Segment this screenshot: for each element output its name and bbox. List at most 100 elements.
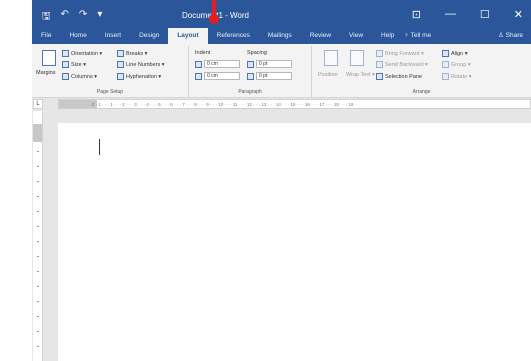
ribbon-display-options-icon[interactable]: ⊡ [412, 8, 421, 21]
ruler-tick [37, 256, 39, 257]
orientation-button[interactable]: Orientation ▾ [62, 50, 102, 57]
save-icon[interactable]: 🖫 [42, 9, 51, 26]
indent-left-field[interactable]: 0 cm [195, 60, 240, 68]
highlight-marker-dot [209, 14, 219, 24]
columns-button[interactable]: Columns ▾ [62, 73, 97, 80]
word-window: 🖫 ↶ ↷ ▾ Document1 - Word ⊡ — ☐ ✕ File Ho… [32, 0, 531, 361]
tab-file[interactable]: File [32, 28, 60, 44]
vertical-ruler-margin [33, 124, 42, 142]
columns-icon [62, 73, 69, 80]
breaks-button[interactable]: Breaks ▾ [117, 50, 147, 57]
ruler-tick [37, 196, 39, 197]
quick-access-toolbar: 🖫 ↶ ↷ ▾ [42, 9, 102, 26]
tab-design[interactable]: Design [130, 28, 168, 44]
indent-right-value[interactable]: 0 cm [204, 72, 240, 80]
indent-right-icon [195, 72, 202, 80]
bring-forward-icon [376, 50, 383, 57]
tab-insert[interactable]: Insert [96, 28, 130, 44]
selection-pane-label: Selection Pane [385, 73, 422, 80]
send-backward-icon [376, 61, 383, 68]
paragraph-group: Indent Spacing 0 cm 0 cm 0 pt 0 pt Parag… [189, 46, 312, 97]
columns-label: Columns ▾ [71, 73, 97, 80]
tell-me-label: Tell me [410, 32, 432, 39]
line-numbers-icon [117, 61, 124, 68]
spacing-before-field[interactable]: 0 pt [247, 60, 292, 68]
tab-view[interactable]: View [340, 28, 372, 44]
paragraph-label: Paragraph [238, 89, 262, 95]
margins-button[interactable]: Margins [36, 70, 56, 76]
spacing-after-icon [247, 72, 254, 80]
window-controls: ⊡ — ☐ ✕ [412, 8, 523, 21]
send-backward-button[interactable]: Send Backward ▾ [376, 61, 428, 68]
rotate-button[interactable]: Rotate ▾ [442, 73, 472, 80]
spacing-label: Spacing [247, 50, 267, 56]
size-button[interactable]: Size ▾ [62, 61, 86, 68]
tab-help[interactable]: Help [372, 28, 403, 44]
rotate-label: Rotate ▾ [451, 73, 472, 80]
ruler-tick [37, 226, 39, 227]
customize-qat-icon[interactable]: ▾ [97, 9, 102, 26]
page-setup-group: Margins Orientation ▾ Size ▾ Columns ▾ B… [32, 46, 189, 97]
send-backward-label: Send Backward ▾ [385, 61, 428, 68]
person-icon: ♙ [498, 32, 506, 39]
ruler-tick [37, 166, 39, 167]
indent-label: Indent [195, 50, 211, 56]
redo-icon[interactable]: ↷ [79, 9, 87, 26]
tab-mailings[interactable]: Mailings [259, 28, 301, 44]
selection-pane-icon [376, 73, 383, 80]
wrap-text-button[interactable]: Wrap Text ▾ [346, 72, 375, 78]
tab-home[interactable]: Home [60, 28, 95, 44]
orientation-icon [62, 50, 69, 57]
breaks-icon [117, 50, 124, 57]
vertical-ruler[interactable] [33, 111, 43, 361]
breaks-label: Breaks ▾ [126, 50, 148, 57]
hyphenation-button[interactable]: Hyphenation ▾ [117, 73, 161, 80]
position-icon [324, 50, 338, 66]
margins-label: Margins [36, 70, 56, 76]
close-icon[interactable]: ✕ [514, 8, 523, 21]
align-icon [442, 50, 449, 57]
selection-pane-button[interactable]: Selection Pane [376, 73, 422, 80]
group-button[interactable]: Group ▾ [442, 61, 471, 68]
undo-icon[interactable]: ↶ [61, 9, 69, 26]
ruler-tick [37, 241, 39, 242]
align-button[interactable]: Align ▾ [442, 50, 468, 57]
ribbon-tabs: File Home Insert Design Layout Reference… [32, 28, 531, 44]
share-button[interactable]: ♙ Share [498, 28, 523, 44]
bring-forward-button[interactable]: Bring Forward ▾ [376, 50, 424, 57]
document-page[interactable] [58, 123, 531, 361]
title-bar: 🖫 ↶ ↷ ▾ Document1 - Word ⊡ — ☐ ✕ File Ho… [32, 0, 531, 44]
share-label: Share [505, 32, 523, 39]
ruler-tick [37, 301, 39, 302]
indent-left-value[interactable]: 0 cm [204, 60, 240, 68]
tell-me-search[interactable]: ♀ Tell me [404, 28, 431, 44]
arrange-label: Arrange [412, 89, 431, 95]
ruler-tick [37, 181, 39, 182]
bring-forward-label: Bring Forward ▾ [385, 50, 424, 57]
indent-left-icon [195, 60, 202, 68]
spacing-after-field[interactable]: 0 pt [247, 72, 292, 80]
group-label: Group ▾ [451, 61, 471, 68]
spacing-before-value[interactable]: 0 pt [256, 60, 292, 68]
position-button[interactable]: Position [318, 72, 338, 78]
ruler-tick [37, 316, 39, 317]
tab-layout[interactable]: Layout [168, 28, 208, 44]
spacing-after-value[interactable]: 0 pt [256, 72, 292, 80]
line-numbers-label: Line Numbers ▾ [126, 61, 165, 68]
tab-references[interactable]: References [208, 28, 259, 44]
tab-review[interactable]: Review [301, 28, 340, 44]
minimize-icon[interactable]: — [445, 8, 456, 21]
ruler-scale: · 2 · 1 · · · 1 · · · 2 · · · 3 · · · 4 … [89, 102, 357, 107]
ruler-tick [37, 286, 39, 287]
wrap-text-icon [350, 50, 364, 66]
horizontal-ruler[interactable]: · 2 · 1 · · · 1 · · · 2 · · · 3 · · · 4 … [58, 99, 531, 109]
align-label: Align ▾ [451, 50, 468, 57]
line-numbers-button[interactable]: Line Numbers ▾ [117, 61, 165, 68]
spacing-before-icon [247, 60, 254, 68]
indent-right-field[interactable]: 0 cm [195, 72, 240, 80]
tab-selector[interactable]: L [33, 99, 43, 109]
ruler-tick [37, 331, 39, 332]
arrange-group: Position Wrap Text ▾ Bring Forward ▾ Sen… [312, 46, 531, 97]
maximize-icon[interactable]: ☐ [480, 8, 490, 21]
ruler-tick [37, 271, 39, 272]
